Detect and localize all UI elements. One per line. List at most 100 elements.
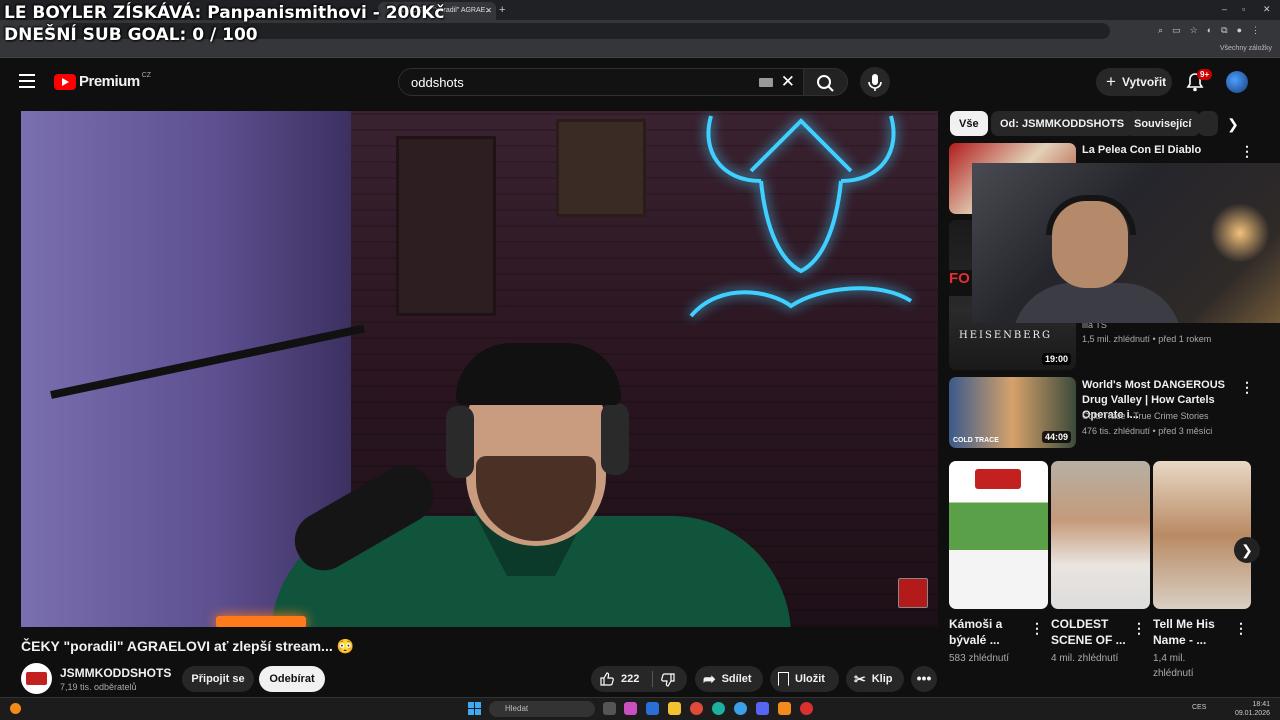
chip-all[interactable]: Vše [950,111,988,136]
share-icon: ➦ [703,671,716,688]
channel-subscriber-count: 7,19 tis. odběratelů [60,682,137,692]
chip-more-partial[interactable] [1198,111,1218,136]
discord-icon[interactable] [756,702,769,715]
short-views-2: 4 mil. zhlédnutí [1051,653,1119,664]
share-button[interactable]: ➦ Sdílet [695,666,763,692]
search-icon [817,75,834,92]
chrome-icon[interactable] [690,702,703,715]
extension-icon[interactable]: ◐ [1207,25,1212,36]
subscribe-button[interactable]: Odebírat [259,666,325,692]
notification-badge: 9+ [1197,69,1213,80]
clear-search-icon[interactable]: ✕ [781,72,795,92]
video-player[interactable] [21,111,938,627]
short-views-1: 583 zhlédnutí [949,653,1010,664]
short-views-3: 1,4 mil. zhlédnutí [1153,653,1194,679]
rec-thumbnail-3[interactable]: COLD TRACE 44:09 [949,377,1076,448]
window-close-icon[interactable]: ✕ [1263,4,1271,15]
short-menu-icon-1[interactable]: ⋮ [1030,620,1044,637]
scissors-icon: ✂ [854,670,866,687]
app-icon[interactable] [778,702,791,715]
app-icon[interactable] [646,702,659,715]
create-button[interactable]: + Vytvořit [1096,68,1172,96]
microphone-icon [868,74,882,91]
like-icon[interactable] [599,671,615,687]
more-actions-button[interactable]: ••• [911,666,937,692]
share-label: Sdílet [721,673,752,685]
search-input[interactable] [411,75,751,90]
weather-icon[interactable] [10,703,21,714]
bookmark-star-icon[interactable]: ☆ [1190,25,1198,36]
file-explorer-icon[interactable] [668,702,681,715]
channel-avatar[interactable] [21,663,52,694]
short-thumbnail-1[interactable] [949,461,1048,609]
app-icon[interactable] [800,702,813,715]
zoom-icon[interactable]: ⌕ [1158,25,1163,36]
app-icon[interactable] [734,702,747,715]
youtube-header: Premium CZ ✕ + Vytvořit [0,60,1280,104]
extensions-puzzle-icon[interactable]: ⧉ [1221,25,1227,36]
channel-name[interactable]: JSMMKODDSHOTS [60,666,171,680]
all-bookmarks-folder[interactable]: Všechny záložky [1220,45,1272,52]
screen: (13) ČEKY "poradil" AGRAE... ✕ + – ▫ ✕ ⌕… [0,0,1280,720]
brand-label: Premium [79,73,140,90]
start-icon[interactable] [468,702,481,715]
rec-title-1[interactable]: La Pelea Con El Diablo [1082,143,1232,158]
taskbar-search[interactable]: Hledat [489,701,595,717]
short-title-1[interactable]: Kámoši a bývalé ... [949,616,1029,648]
task-view-icon[interactable] [603,702,616,715]
stream-overlay: LE BOYLER ZÍSKÁVÁ: Panpanismithovi - 200… [4,2,444,46]
short-title-2[interactable]: COLDEST SCENE OF ... [1051,616,1131,648]
search-box: ✕ [398,68,804,96]
clip-button[interactable]: ✂ Klip [846,666,904,692]
tab-close-icon[interactable]: ✕ [485,6,492,15]
youtube-play-icon [54,73,76,90]
minimize-icon[interactable]: – [1222,4,1227,14]
shorts-next-icon[interactable]: ❯ [1234,537,1260,563]
rec-channel-3[interactable]: Cold Trace - True Crime Stories [1082,409,1209,424]
short-menu-icon-3[interactable]: ⋮ [1234,620,1248,637]
account-avatar[interactable] [1226,71,1248,93]
voice-search-button[interactable] [860,67,890,97]
rec-meta-2: 1,5 mil. zhlédnutí • před 1 rokem [1082,334,1212,344]
windows-taskbar: Hledat CES 18:41 09.01.2026 [0,697,1280,720]
join-button[interactable]: Připojit se [182,666,254,692]
clock-time: 18:41 [1252,701,1270,708]
channel-watermark[interactable] [898,578,928,608]
youtube-premium-logo[interactable]: Premium CZ [54,72,151,90]
rec-meta-3: 476 tis. zhlédnutí • před 3 měsíci [1082,426,1213,436]
keyboard-icon[interactable] [759,78,773,87]
chip-related[interactable]: Související [1125,111,1201,136]
rec-menu-icon-1[interactable]: ⋮ [1240,143,1254,160]
create-label: Vytvořit [1121,75,1167,89]
save-button[interactable]: Uložit [770,666,839,692]
short-thumbnail-2[interactable] [1051,461,1150,609]
search-button[interactable] [804,68,848,96]
app-icon[interactable] [624,702,637,715]
chevron-right-icon[interactable]: ❯ [1222,113,1244,135]
short-menu-icon-2[interactable]: ⋮ [1132,620,1146,637]
profile-icon[interactable]: ● [1237,25,1242,36]
thumb-text-heisenberg: HEISENBERG [959,330,1053,341]
clip-label: Klip [871,673,893,685]
like-count: 222 [621,673,640,685]
thumb-text-cold-trace: COLD TRACE [953,437,999,444]
menu-icon[interactable] [19,74,35,88]
clock-date: 09.01.2026 [1234,710,1270,717]
system-clock[interactable]: 18:41 09.01.2026 [1235,700,1270,718]
browser-menu-icon[interactable]: ⋮ [1251,25,1260,36]
taskbar-search-placeholder: Hledat [505,704,529,713]
input-language[interactable]: CES [1192,704,1206,711]
rec-menu-icon-3[interactable]: ⋮ [1240,379,1254,396]
dislike-icon[interactable] [660,672,676,688]
neon-bull-sign [689,115,913,318]
short-title-3[interactable]: Tell Me His Name - ... [1153,616,1233,648]
new-tab-icon[interactable]: + [499,4,505,16]
chip-from-channel[interactable]: Od: JSMMKODDSHOTS [991,111,1134,136]
maximize-icon[interactable]: ▫ [1242,4,1245,14]
streamer-webcam-overlay [972,163,1280,323]
short-thumbnail-3[interactable] [1153,461,1251,609]
save-label: Uložit [795,673,825,685]
edge-icon[interactable] [712,702,725,715]
rec-duration-2: 19:00 [1041,353,1071,365]
cast-icon[interactable]: ▭ [1172,25,1181,36]
